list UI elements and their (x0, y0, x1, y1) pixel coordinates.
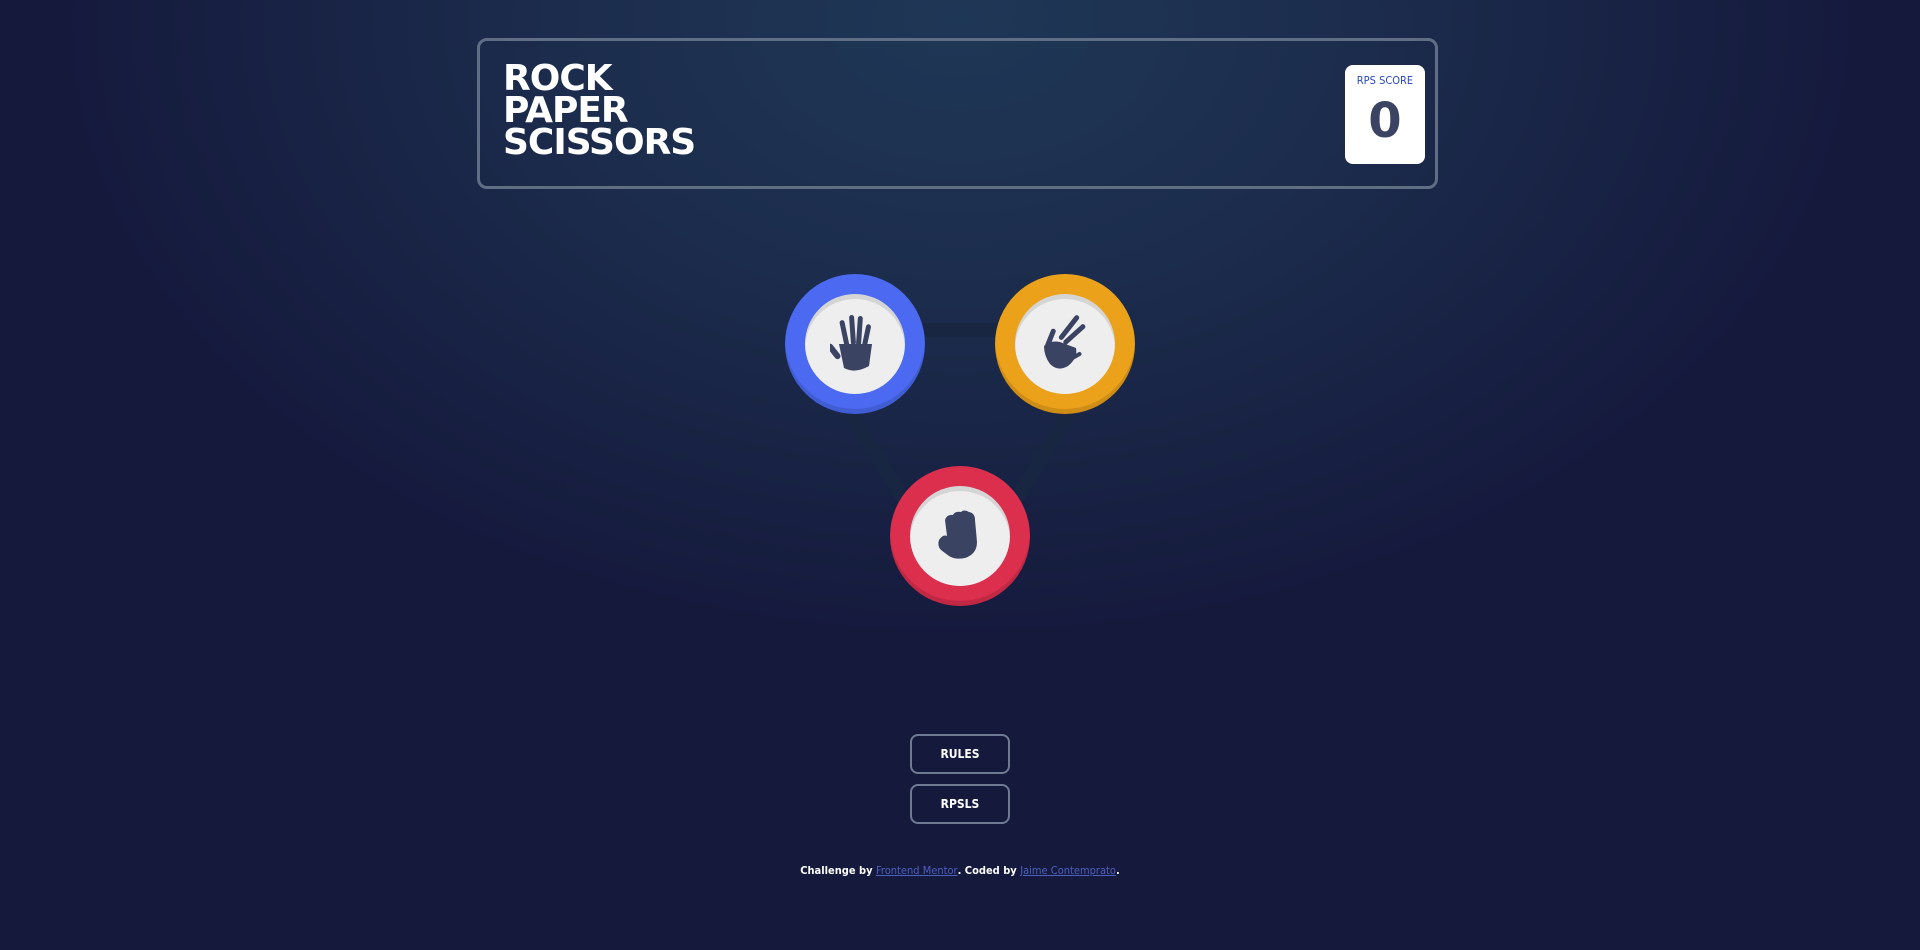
game-board (760, 260, 1160, 620)
attribution-prefix: Challenge by (800, 864, 876, 877)
frontend-mentor-link[interactable]: Frontend Mentor (876, 864, 958, 877)
attribution-footer: Challenge by Frontend Mentor. Coded by J… (0, 864, 1920, 877)
scissors-choice-button[interactable] (995, 274, 1135, 414)
hand-scissors-icon (1044, 315, 1086, 369)
hand-paper-icon (830, 314, 872, 371)
attribution-suffix: . (1116, 864, 1120, 877)
score-box: RPS SCORE 0 (1345, 65, 1425, 164)
rpsls-mode-button[interactable]: RPSLS (910, 784, 1010, 824)
rules-button[interactable]: RULES (910, 734, 1010, 774)
score-label: RPS SCORE (1356, 74, 1414, 87)
score-value: 0 (1368, 93, 1402, 149)
title-line-scissors: SCISSORS (503, 122, 696, 163)
game-header: ROCK PAPER SCISSORS RPS SCORE 0 (477, 38, 1438, 189)
rock-choice-button[interactable] (890, 466, 1030, 606)
scissors-choice-face (1015, 294, 1115, 394)
paper-choice-face (805, 294, 905, 394)
game-title: ROCK PAPER SCISSORS (503, 61, 696, 163)
author-link[interactable]: Jaime Contemprato (1020, 864, 1116, 877)
attribution-middle: . Coded by (957, 864, 1021, 877)
rock-choice-face (910, 486, 1010, 586)
paper-choice-button[interactable] (785, 274, 925, 414)
hand-rock-icon (938, 510, 977, 559)
